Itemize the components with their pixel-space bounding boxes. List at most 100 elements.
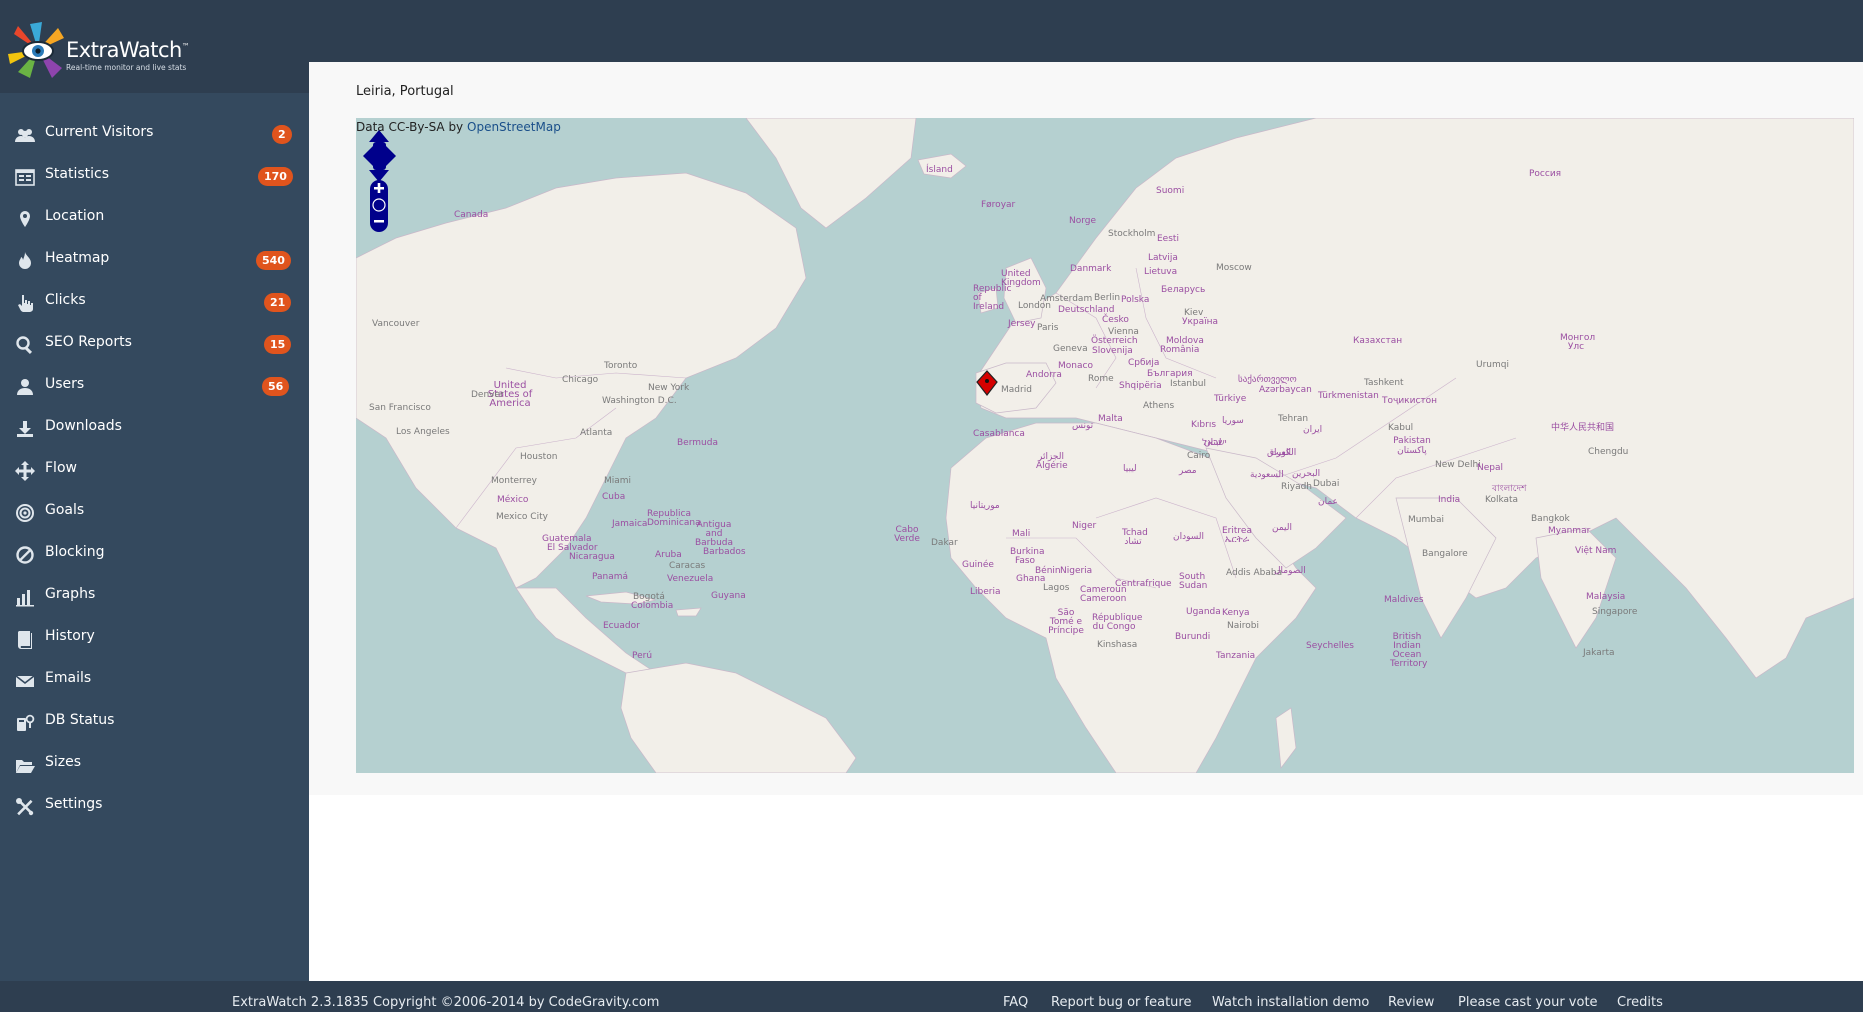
map-label: ليبيا — [1123, 464, 1137, 474]
footer-link-installation-demo[interactable]: Watch installation demo — [1212, 995, 1369, 1010]
sidebar-item-flow[interactable]: Flow — [0, 449, 309, 491]
footer-link-credits[interactable]: Credits — [1617, 995, 1663, 1010]
map-label: India — [1438, 495, 1461, 505]
sidebar-item-label: Settings — [45, 796, 103, 812]
map-label: Türkiye — [1214, 394, 1247, 404]
count-badge: 170 — [258, 167, 293, 186]
map-label: Chicago — [562, 375, 599, 385]
wrench-icon — [15, 797, 35, 817]
world-map[interactable]: Data CC-By-SA by OpenStreetMap Ísland Fø… — [356, 118, 1854, 773]
map-label: Cameroun Cameroon — [1080, 585, 1127, 604]
map-label: Guinée — [962, 560, 994, 570]
map-label: South Sudan — [1179, 572, 1208, 591]
sidebar-item-label: DB Status — [45, 712, 115, 728]
map-label: Azərbaycan — [1259, 385, 1312, 395]
map-label: Tanzania — [1216, 651, 1256, 661]
map-label: Norge — [1069, 216, 1097, 226]
map-label: موريتانيا — [970, 501, 1000, 511]
pan-up-button[interactable] — [369, 130, 389, 142]
map-label: Bangkok — [1531, 514, 1570, 524]
sidebar-item-label: Goals — [45, 502, 85, 518]
count-badge: 2 — [272, 125, 292, 144]
sidebar-item-clicks[interactable]: Clicks 21 — [0, 281, 309, 323]
sidebar-item-location[interactable]: Location — [0, 197, 309, 239]
sidebar-item-label: Heatmap — [45, 250, 110, 266]
sidebar-item-label: Blocking — [45, 544, 105, 560]
map-label: Cabo Verde — [894, 525, 920, 544]
map-label: الجزائر Algérie — [1036, 452, 1068, 471]
map-label: Malaysia — [1586, 592, 1626, 602]
map-label: Republic of Ireland — [973, 284, 1012, 312]
map-label: Colombia — [631, 601, 674, 611]
sidebar-item-current-visitors[interactable]: Current Visitors 2 — [0, 113, 309, 155]
map-land-layer — [356, 118, 1854, 773]
book-icon — [15, 629, 35, 649]
footer-link-report-bug[interactable]: Report bug or feature — [1051, 995, 1191, 1010]
count-badge: 540 — [256, 251, 291, 270]
map-label: Panamá — [592, 572, 629, 582]
sidebar-item-graphs[interactable]: Graphs — [0, 575, 309, 617]
map-label: България — [1147, 369, 1193, 379]
map-label: Niger — [1072, 521, 1097, 531]
map-label: Nicaragua — [569, 552, 615, 562]
footer-link-review[interactable]: Review — [1388, 995, 1434, 1010]
map-label: Danmark — [1070, 264, 1112, 274]
sidebar-item-label: Flow — [45, 460, 77, 476]
bar-chart-icon — [15, 587, 35, 607]
sidebar-item-sizes[interactable]: Sizes — [0, 743, 309, 785]
footer-link-faq[interactable]: FAQ — [1003, 995, 1028, 1010]
footer-link-cast-vote[interactable]: Please cast your vote — [1458, 995, 1598, 1010]
extrawatch-logo[interactable]: ExtraWatch™ Real-time monitor and live s… — [8, 20, 190, 82]
sidebar-item-history[interactable]: History — [0, 617, 309, 659]
map-label: Dubai — [1313, 479, 1340, 489]
map-label: Seychelles — [1306, 641, 1354, 651]
map-label: ישראל — [1202, 438, 1227, 448]
map-label: Ísland — [926, 165, 953, 175]
block-icon — [15, 545, 35, 565]
sidebar-item-label: Emails — [45, 670, 92, 686]
map-label: Føroyar — [981, 200, 1016, 210]
map-label: البحرين — [1292, 469, 1321, 479]
sidebar-item-seo-reports[interactable]: SEO Reports 15 — [0, 323, 309, 365]
map-label: Geneva — [1053, 344, 1088, 354]
sidebar-item-blocking[interactable]: Blocking — [0, 533, 309, 575]
map-label: عمان — [1318, 497, 1338, 507]
map-label: London — [1018, 301, 1051, 311]
map-label: Bermuda — [677, 438, 718, 448]
map-label: Atlanta — [580, 428, 613, 438]
pointer-hand-icon — [15, 293, 35, 313]
map-label: Malta — [1098, 414, 1123, 424]
sidebar-item-statistics[interactable]: Statistics 170 — [0, 155, 309, 197]
map-label: Uganda — [1186, 607, 1221, 617]
map-label: San Francisco — [369, 403, 431, 413]
map-label: Riyadh — [1281, 482, 1313, 492]
sidebar-item-label: Downloads — [45, 418, 122, 434]
sidebar-item-downloads[interactable]: Downloads — [0, 407, 309, 449]
sidebar-item-goals[interactable]: Goals — [0, 491, 309, 533]
map-label: Kabul — [1388, 423, 1414, 433]
map-label: Mali — [1012, 529, 1031, 539]
openstreetmap-link[interactable]: OpenStreetMap — [467, 120, 561, 134]
map-label: Kenya — [1222, 608, 1250, 618]
sidebar-item-label: Graphs — [45, 586, 96, 602]
map-label: Denver — [471, 390, 504, 400]
map-label: Jersey — [1008, 319, 1036, 329]
zoom-out-button[interactable] — [374, 220, 384, 223]
sidebar-item-db-status[interactable]: DB Status — [0, 701, 309, 743]
map-label: Maldives — [1384, 595, 1424, 605]
sidebar-item-users[interactable]: Users 56 — [0, 365, 309, 407]
sidebar-item-label: Statistics — [45, 166, 109, 182]
map-label: Tashkent — [1364, 378, 1404, 388]
map-label: Россия — [1529, 169, 1562, 179]
brand-name: ExtraWatch™ — [66, 38, 190, 62]
map-label: تونس — [1072, 421, 1094, 431]
sidebar-item-heatmap[interactable]: Heatmap 540 — [0, 239, 309, 281]
visitor-location-marker[interactable] — [976, 370, 998, 400]
map-label: Dakar — [931, 538, 958, 548]
sidebar-item-label: Sizes — [45, 754, 82, 770]
sidebar-item-settings[interactable]: Settings — [0, 785, 309, 827]
map-label: Тоҷикистон — [1382, 396, 1438, 406]
map-label: Istanbul — [1170, 379, 1207, 389]
sidebar-item-emails[interactable]: Emails — [0, 659, 309, 701]
map-label: Stockholm — [1108, 229, 1156, 239]
